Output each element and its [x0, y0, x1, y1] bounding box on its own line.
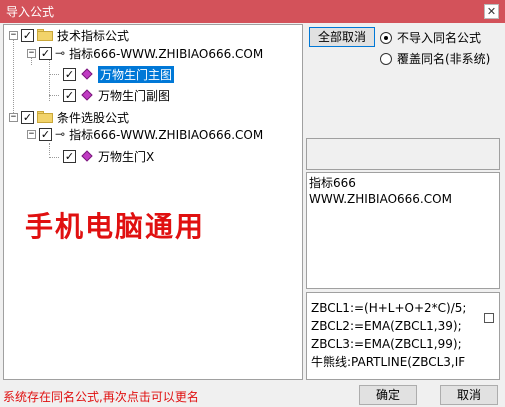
tree-line — [49, 95, 59, 96]
collapse-icon[interactable]: − — [9, 112, 18, 122]
info-panel-top — [306, 138, 500, 170]
collapse-icon[interactable]: − — [27, 129, 36, 139]
formula-diamond-icon — [81, 68, 93, 80]
code-panel-checkbox[interactable] — [484, 313, 494, 323]
tree-line — [13, 39, 14, 119]
node-checkbox[interactable]: ✓ — [63, 88, 76, 102]
radio-overwrite-same-name[interactable]: 覆盖同名(非系统) — [380, 50, 490, 67]
collapse-icon[interactable]: − — [27, 48, 36, 58]
node-checkbox[interactable]: ✓ — [39, 46, 52, 60]
description-line: WWW.ZHIBIAO666.COM — [309, 192, 452, 206]
code-line: ZBCL3:=EMA(ZBCL1,99); — [311, 337, 462, 351]
formula-diamond-icon — [81, 89, 93, 101]
radio-dot[interactable] — [380, 31, 392, 44]
key-icon: ⊸ — [55, 127, 66, 141]
tree-node-tech-indicators[interactable]: − ✓ 技术指标公式 — [9, 26, 129, 44]
ok-button[interactable]: 确定 — [359, 385, 417, 405]
node-label: 万物生门主图 — [98, 65, 175, 83]
tree-line — [49, 143, 50, 155]
tree-line — [49, 157, 59, 158]
radio-no-import-same-name[interactable]: 不导入同名公式 — [380, 29, 481, 46]
node-label: 技术指标公式 — [57, 28, 130, 43]
title-bar: 导入公式 ✕ — [0, 0, 505, 23]
node-label: 指标666-WWW.ZHIBIAO666.COM — [69, 46, 264, 61]
folder-icon — [37, 29, 53, 41]
promo-overlay-text: 手机电脑通用 — [25, 210, 206, 243]
node-checkbox[interactable]: ✓ — [39, 127, 52, 141]
radio-label: 覆盖同名(非系统) — [397, 52, 491, 66]
node-checkbox[interactable]: ✓ — [63, 149, 76, 163]
node-label: 条件选股公式 — [57, 110, 130, 125]
node-checkbox[interactable]: ✓ — [21, 28, 34, 42]
node-checkbox[interactable]: ✓ — [63, 67, 76, 81]
formula-tree[interactable]: − ✓ 技术指标公式 − ✓ ⊸ 指标666-WWW.ZHIBIAO666.CO… — [3, 24, 303, 380]
close-icon[interactable]: ✕ — [484, 4, 499, 19]
node-label: 万物生门副图 — [98, 88, 171, 103]
description-line: 指标666 — [309, 176, 356, 190]
node-label: 指标666-WWW.ZHIBIAO666.COM — [69, 127, 264, 142]
tree-node-group[interactable]: − ✓ ⊸ 指标666-WWW.ZHIBIAO666.COM — [27, 44, 263, 62]
tree-line — [49, 74, 59, 75]
folder-icon — [37, 111, 53, 123]
formula-code: ZBCL1:=(H+L+O+2*C)/5; ZBCL2:=EMA(ZBCL1,3… — [311, 299, 466, 371]
radio-label: 不导入同名公式 — [397, 31, 482, 45]
tree-node-formula[interactable]: ✓ 万物生门副图 — [60, 86, 170, 104]
node-checkbox[interactable]: ✓ — [21, 110, 34, 124]
key-icon: ⊸ — [55, 46, 66, 60]
tree-node-formula[interactable]: ✓ 万物生门主图 — [60, 65, 175, 83]
tree-node-group[interactable]: − ✓ ⊸ 指标666-WWW.ZHIBIAO666.COM — [27, 125, 263, 143]
description-text: 指标666 WWW.ZHIBIAO666.COM — [309, 175, 452, 207]
cancel-button[interactable]: 取消 — [440, 385, 498, 405]
code-line: ZBCL2:=EMA(ZBCL1,39); — [311, 319, 462, 333]
collapse-icon[interactable]: − — [9, 30, 18, 40]
code-line: ZBCL1:=(H+L+O+2*C)/5; — [311, 301, 467, 315]
tree-node-formula[interactable]: ✓ 万物生门X — [60, 147, 154, 165]
node-label: 万物生门X — [98, 149, 155, 164]
cancel-all-button[interactable]: 全部取消 — [309, 27, 375, 47]
status-message: 系统存在同名公式,再次点击可以更名 — [3, 390, 199, 404]
tree-node-screening[interactable]: − ✓ 条件选股公式 — [9, 108, 129, 126]
code-line: 牛熊线:PARTLINE(ZBCL3,IF — [311, 355, 466, 369]
formula-diamond-icon — [81, 150, 93, 162]
window-title: 导入公式 — [6, 5, 55, 19]
radio-dot[interactable] — [380, 52, 392, 65]
